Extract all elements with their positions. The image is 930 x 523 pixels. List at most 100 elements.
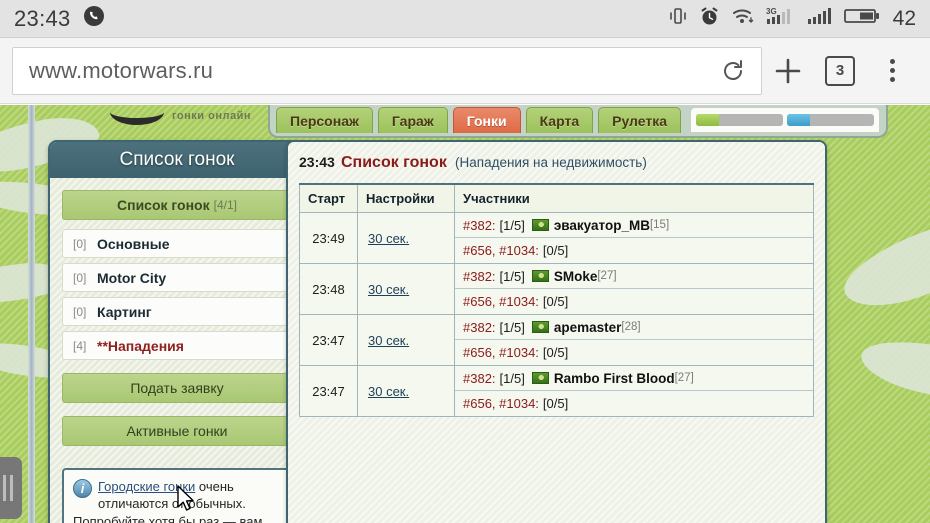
- race-participants-cell: #382: [1/5] SMoke [27] #656, #1034: [0/5…: [454, 263, 814, 315]
- page-title: 23:43 Список гонок (Нападения на недвижи…: [299, 154, 814, 172]
- tab-count-label: 3: [825, 55, 855, 86]
- player-name[interactable]: apemaster: [554, 320, 622, 335]
- participant-line-secondary: #656, #1034: [0/5]: [455, 238, 813, 263]
- address-bar[interactable]: www.motorwars.ru: [12, 46, 762, 95]
- race-settings-cell: 30 сек.: [357, 263, 455, 315]
- races-table: Старт Настройки Участники 23:49 30 сек.: [299, 183, 814, 417]
- nav-tab-garage[interactable]: Гараж: [377, 107, 448, 133]
- sidebar-item-label: Основные: [97, 235, 170, 252]
- status-notification-icons: [83, 5, 105, 32]
- vibrate-icon: [668, 6, 688, 31]
- race-slot-id: #382:: [463, 319, 496, 335]
- player-stat-bars: [690, 107, 880, 133]
- race-start-time: 23:48: [299, 263, 358, 315]
- nav-tab-map[interactable]: Карта: [525, 107, 594, 133]
- new-tab-button[interactable]: [762, 44, 814, 98]
- table-row[interactable]: 23:49 30 сек. #382: [1/5] эвакуатор_MB […: [299, 212, 814, 264]
- race-settings-link[interactable]: 30 сек.: [368, 231, 409, 246]
- participant-line-primary: #382: [1/5] эвакуатор_MB [15]: [455, 213, 813, 238]
- nav-tab-roulette[interactable]: Рулетка: [598, 107, 682, 133]
- sidebar-body: Список гонок [4/1] [0] Основные [0] Moto…: [50, 178, 304, 523]
- table-row[interactable]: 23:47 30 сек. #382: [1/5] apemaster [28]: [299, 314, 814, 366]
- sidebar-item-race-list[interactable]: Список гонок [4/1]: [62, 190, 292, 220]
- races-table-body: 23:49 30 сек. #382: [1/5] эвакуатор_MB […: [299, 212, 814, 417]
- nav-tab-persona[interactable]: Персонаж: [276, 107, 373, 133]
- edge-drag-handle[interactable]: [0, 457, 22, 519]
- player-level: [28]: [621, 321, 641, 333]
- participant-line-secondary: #656, #1034: [0/5]: [455, 391, 813, 416]
- battery-icon: [843, 6, 880, 31]
- sidebar-item-osnovnye[interactable]: [0] Основные: [62, 229, 292, 258]
- race-secondary-count: [0/5]: [542, 243, 569, 258]
- sidebar-item-label: Картинг: [97, 303, 152, 320]
- sidebar-item-label: **Нападения: [97, 337, 184, 354]
- submit-application-button[interactable]: Подать заявку: [62, 373, 292, 403]
- table-row[interactable]: 23:47 30 сек. #382: [1/5] Rambo First Bl…: [299, 365, 814, 417]
- race-secondary-count: [0/5]: [542, 345, 569, 360]
- page-title-time: 23:43: [299, 154, 335, 170]
- sidebar-title: Список гонок: [119, 149, 235, 170]
- participant-line-primary: #382: [1/5] SMoke [27]: [455, 264, 813, 289]
- player-level: [15]: [649, 219, 670, 231]
- race-settings-link[interactable]: 30 сек.: [368, 333, 409, 348]
- sidebar-item-motor-city[interactable]: [0] Motor City: [62, 263, 292, 292]
- race-secondary-count: [0/5]: [542, 294, 569, 309]
- sidebar-panel: Список гонок Список гонок [4/1] [0] Осно…: [48, 140, 306, 523]
- race-participants-cell: #382: [1/5] эвакуатор_MB [15] #656, #103…: [454, 212, 814, 264]
- table-row[interactable]: 23:48 30 сек. #382: [1/5] SMoke [27] #65…: [299, 263, 814, 315]
- browser-menu-button[interactable]: [866, 44, 918, 98]
- sidebar-item-napadeniya[interactable]: [4] **Нападения: [62, 331, 292, 360]
- logo-tagline: гонки онлайн: [172, 110, 251, 122]
- race-settings-link[interactable]: 30 сек.: [368, 384, 409, 399]
- race-secondary-ids: #656, #1034:: [463, 294, 539, 309]
- player-name[interactable]: Rambo First Blood: [554, 371, 675, 386]
- android-status-bar: 23:43 3G 42: [0, 0, 930, 38]
- energy-bar: [696, 114, 783, 126]
- tab-switcher-button[interactable]: 3: [814, 44, 866, 98]
- background-decoration: [856, 329, 930, 411]
- player-name[interactable]: SMoke: [554, 269, 598, 284]
- race-participants-cell: #382: [1/5] apemaster [28] #656, #1034: …: [454, 314, 814, 366]
- race-settings-link[interactable]: 30 сек.: [368, 282, 409, 297]
- race-slot-count: [1/5]: [499, 370, 525, 386]
- kebab-menu-icon: [889, 59, 895, 82]
- column-header-start: Старт: [299, 183, 358, 213]
- race-secondary-count: [0/5]: [542, 396, 569, 411]
- url-text[interactable]: www.motorwars.ru: [29, 58, 213, 84]
- signal-icon: [807, 5, 833, 32]
- browser-toolbar: www.motorwars.ru 3: [0, 38, 930, 104]
- sidebar-item-karting[interactable]: [0] Картинг: [62, 297, 292, 326]
- column-header-settings: Настройки: [357, 183, 455, 213]
- player-name[interactable]: эвакуатор_MB: [554, 218, 650, 233]
- table-header-row: Старт Настройки Участники: [299, 183, 814, 213]
- race-start-time: 23:47: [299, 365, 358, 417]
- sidebar-item-count: [0]: [73, 270, 87, 285]
- sidebar-item-count: [4]: [73, 338, 87, 353]
- race-slot-count: [1/5]: [499, 319, 525, 335]
- player-rank-icon: [531, 321, 549, 333]
- participant-line-primary: #382: [1/5] apemaster [28]: [455, 315, 813, 340]
- sidebar-header: Список гонок: [50, 142, 304, 178]
- races-table-head: Старт Настройки Участники: [299, 183, 814, 213]
- alarm-icon: [699, 6, 720, 32]
- reload-icon[interactable]: [715, 53, 751, 89]
- page-title-subtitle: (Нападения на недвижимость): [455, 155, 647, 170]
- svg-text:3G: 3G: [766, 7, 777, 16]
- active-races-button[interactable]: Активные гонки: [62, 416, 292, 446]
- race-start-time: 23:49: [299, 212, 358, 264]
- player-level: [27]: [674, 372, 694, 384]
- page-edge-divider: [28, 105, 35, 523]
- main-navigation: Персонаж Гараж Гонки Карта Рулетка: [268, 105, 888, 138]
- city-races-link[interactable]: Городские гонки: [98, 479, 195, 494]
- race-slot-count: [1/5]: [499, 217, 525, 233]
- site-logo[interactable]: гонки онлайн: [110, 105, 251, 125]
- player-rank-icon: [531, 219, 549, 231]
- race-secondary-ids: #656, #1034:: [463, 396, 539, 411]
- fuel-bar: [787, 114, 874, 126]
- race-participants-cell: #382: [1/5] Rambo First Blood [27] #656,…: [454, 365, 814, 417]
- player-rank-icon: [531, 372, 549, 384]
- status-clock: 23:43: [14, 5, 71, 31]
- participant-line-secondary: #656, #1034: [0/5]: [455, 340, 813, 365]
- wifi-icon: [731, 6, 755, 31]
- nav-tab-races[interactable]: Гонки: [452, 107, 521, 133]
